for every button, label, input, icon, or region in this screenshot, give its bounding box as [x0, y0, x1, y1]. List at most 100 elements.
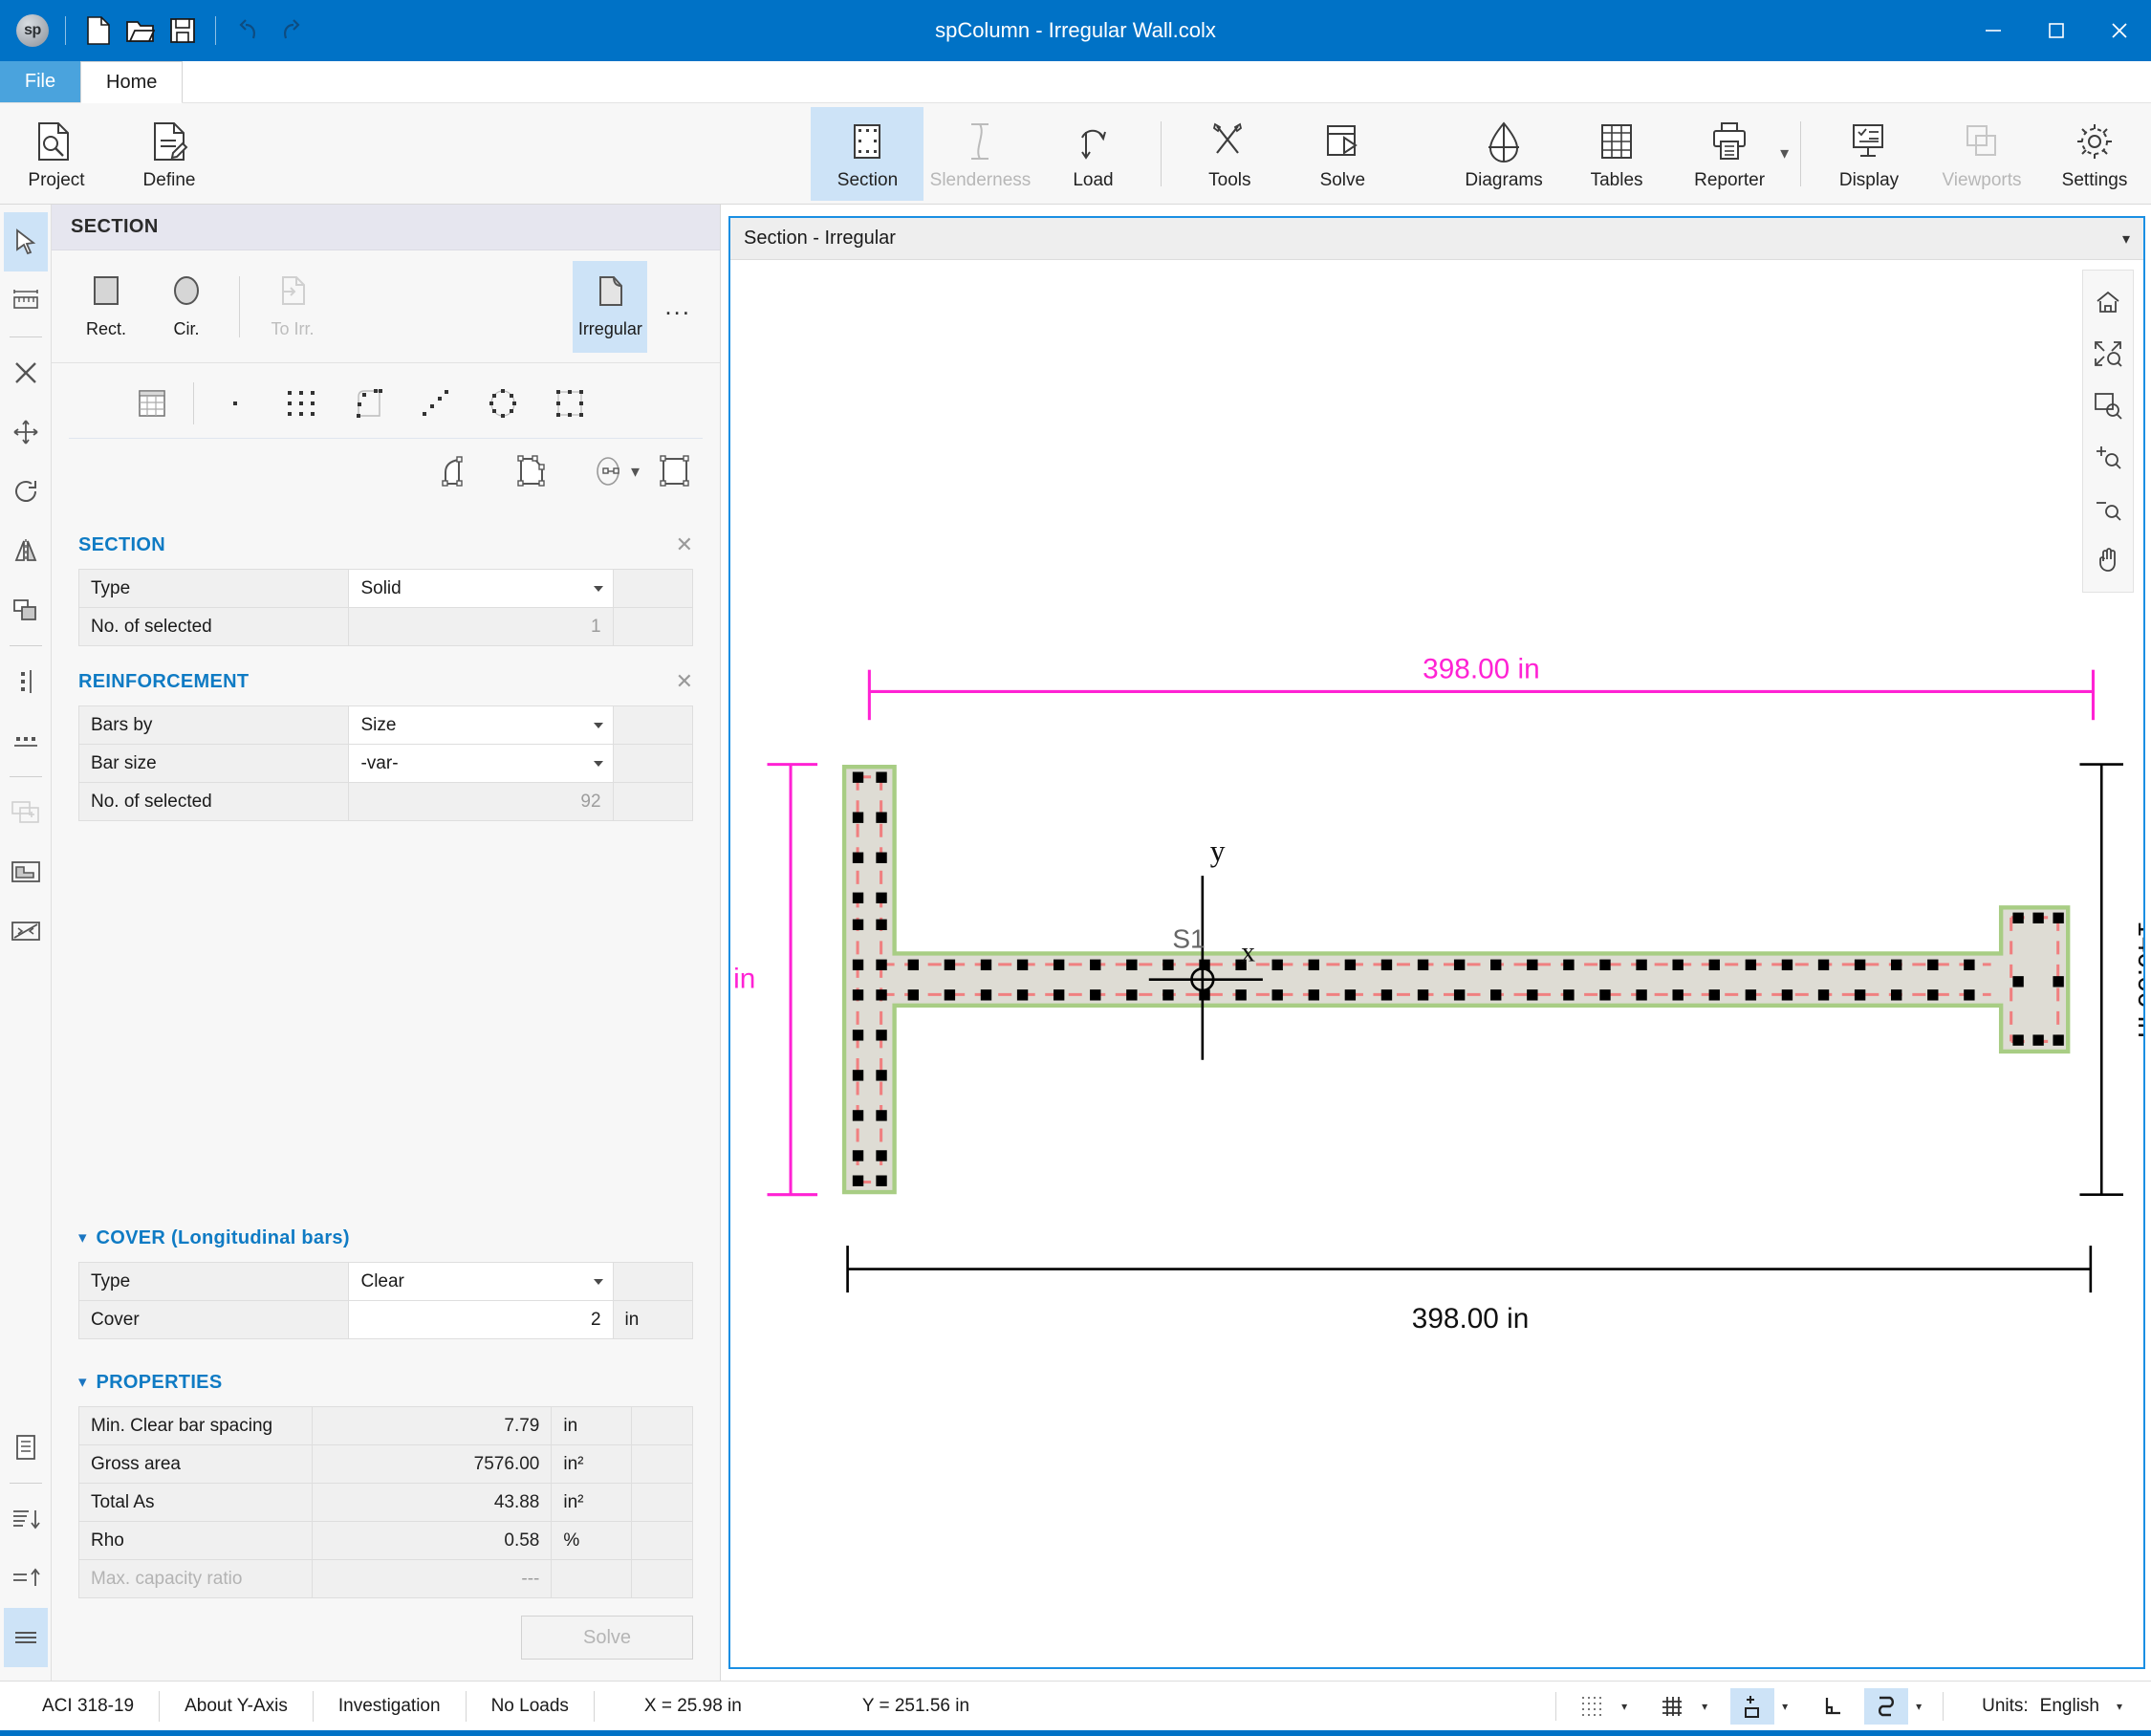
mirror-tool-mirror-icon[interactable] — [4, 521, 48, 580]
zoom-in-icon[interactable] — [2086, 431, 2130, 483]
tab-file[interactable]: File — [0, 60, 80, 102]
open-icon[interactable] — [121, 11, 160, 50]
maximize-icon[interactable] — [2025, 0, 2088, 61]
circular-bars-icon[interactable] — [475, 377, 531, 430]
close-icon[interactable] — [2088, 0, 2151, 61]
new-icon[interactable] — [79, 11, 118, 50]
notes-tool-document-icon[interactable] — [4, 1418, 48, 1477]
table-row: No. of selected 1 — [77, 607, 694, 646]
move-tool-move-arrows-icon[interactable] — [4, 402, 48, 462]
axis-y-label: y — [1210, 834, 1226, 867]
list-tool-icon[interactable] — [3, 1608, 48, 1667]
redo-icon[interactable] — [272, 11, 310, 50]
point-array-icon[interactable] — [274, 377, 330, 430]
ribbon-button-section[interactable]: Section — [811, 106, 924, 201]
save-icon[interactable] — [163, 11, 202, 50]
delete-tool-x-cross-icon[interactable] — [4, 343, 48, 402]
vertical-bars-tool-icon[interactable] — [4, 652, 48, 711]
bars-by-select[interactable]: Size — [348, 705, 614, 745]
bar-size-select[interactable]: -var- — [348, 744, 614, 783]
group-reinforcement-close-icon[interactable]: ✕ — [676, 669, 693, 694]
units-value[interactable]: English — [2034, 1691, 2109, 1722]
canvas-body[interactable]: 398.00 in 140.00 in 140.00 in — [730, 260, 2143, 1667]
ribbon-button-solve[interactable]: Solve — [1286, 107, 1399, 201]
group-properties-header[interactable]: ▾ PROPERTIES — [78, 1364, 693, 1400]
ribbon-button-viewports[interactable]: Viewports — [1925, 107, 2038, 201]
single-point-icon[interactable] — [207, 377, 263, 430]
table-row: Gross area 7576.00 in² — [78, 1444, 694, 1484]
chevron-down-icon: ▾ — [78, 1373, 87, 1391]
shape-button-to-irregular[interactable]: To Irr. — [255, 261, 330, 353]
tab-home[interactable]: Home — [80, 61, 184, 103]
ribbon-button-settings[interactable]: Settings — [2038, 107, 2151, 201]
table-row: Min. Clear bar spacing 7.79 in — [78, 1406, 694, 1445]
row-unit — [612, 782, 694, 821]
dot-grid-chevron-down-icon[interactable]: ▾ — [1614, 1688, 1635, 1725]
rect-shape-icon[interactable] — [647, 445, 703, 498]
ribbon-button-define[interactable]: Define — [113, 107, 226, 201]
ortho-toggle[interactable] — [1811, 1688, 1855, 1725]
row-value: 0.58 — [311, 1521, 553, 1560]
line-grid-chevron-down-icon[interactable]: ▾ — [1694, 1688, 1715, 1725]
ribbon-button-display[interactable]: Display — [1813, 107, 1925, 201]
home-icon[interactable] — [2086, 276, 2130, 328]
pan-hand-icon[interactable] — [2086, 534, 2130, 586]
sp-logo-icon[interactable]: sp — [13, 11, 52, 50]
units-chevron-down-icon[interactable]: ▾ — [2109, 1688, 2130, 1725]
shape-tool-lshape-icon[interactable] — [4, 842, 48, 901]
snap-toggle[interactable] — [1730, 1687, 1775, 1725]
section-icon — [846, 117, 888, 163]
cover-value-input[interactable]: 2 — [348, 1300, 614, 1339]
circle-shape-chevron-down-icon[interactable]: ▾ — [631, 462, 640, 482]
sort-down-tool-icon[interactable] — [4, 1489, 48, 1549]
zoom-fit-icon[interactable] — [2086, 328, 2130, 380]
ribbon-button-slenderness[interactable]: Slenderness — [923, 107, 1036, 201]
load-icon — [1072, 117, 1114, 163]
shape-button-rect[interactable]: Rect. — [69, 261, 143, 353]
osnap-chevron-down-icon[interactable]: ▾ — [1908, 1688, 1929, 1725]
horizontal-bars-tool-icon[interactable] — [4, 711, 48, 770]
line-bars-icon[interactable] — [408, 377, 464, 430]
shape-button-circle[interactable]: Cir. — [149, 261, 224, 353]
arc-bars-icon[interactable] — [341, 377, 397, 430]
group-cover-header[interactable]: ▾ COVER (Longitudinal bars) — [78, 1220, 693, 1256]
row-unit: in² — [551, 1483, 632, 1522]
add-pattern-tool-icon[interactable] — [4, 783, 48, 842]
hatch-tool-icon[interactable] — [4, 901, 48, 961]
minimize-icon[interactable] — [1962, 0, 2025, 61]
ribbon-button-diagrams[interactable]: Diagrams — [1447, 107, 1560, 201]
select-tool-cursor-icon[interactable] — [3, 212, 48, 271]
grid-table-icon[interactable] — [124, 377, 180, 430]
sort-up-tool-icon[interactable] — [4, 1549, 48, 1608]
ribbon-button-reporter[interactable]: Reporter — [1673, 107, 1786, 201]
measure-tool-ruler-icon[interactable] — [4, 271, 48, 331]
ribbon-button-project[interactable]: Project — [0, 107, 113, 201]
shape-button-irregular[interactable]: Irregular — [573, 260, 648, 353]
reporter-chevron-down-icon[interactable]: ▾ — [1780, 143, 1789, 163]
copy-tool-copy-icon[interactable] — [4, 580, 48, 640]
snap-chevron-down-icon[interactable]: ▾ — [1774, 1688, 1795, 1725]
zoom-window-icon[interactable] — [2086, 380, 2130, 431]
ribbon-button-tables[interactable]: Tables — [1560, 107, 1673, 201]
ribbon-button-load[interactable]: Load — [1036, 107, 1149, 201]
dot-grid-toggle[interactable] — [1570, 1688, 1614, 1725]
polygon-shape-icon[interactable] — [505, 445, 560, 498]
circle-shape-icon[interactable] — [581, 445, 637, 498]
canvas-chevron-down-icon[interactable]: ▾ — [2122, 229, 2130, 249]
cover-type-select[interactable]: Clear — [348, 1262, 614, 1301]
zoom-out-icon[interactable] — [2086, 483, 2130, 534]
solve-button[interactable]: Solve — [521, 1616, 693, 1660]
rotate-tool-rotate-icon[interactable] — [4, 462, 48, 521]
ribbon-button-tools[interactable]: Tools — [1173, 107, 1286, 201]
table-row: Type Clear — [77, 1262, 694, 1301]
status-y-readout: Y = 251.56 in — [861, 1695, 970, 1716]
perimeter-bars-icon[interactable] — [542, 377, 598, 430]
arc-shape-icon[interactable] — [428, 445, 484, 498]
line-grid-toggle[interactable] — [1650, 1688, 1694, 1725]
group-section-close-icon[interactable]: ✕ — [676, 532, 693, 557]
undo-icon[interactable] — [229, 11, 268, 50]
osnap-toggle[interactable] — [1864, 1687, 1909, 1725]
shape-more-button[interactable]: ... — [653, 292, 703, 321]
section-properties-table: Type Solid No. of selected 1 — [77, 569, 694, 646]
section-type-select[interactable]: Solid — [348, 569, 614, 608]
